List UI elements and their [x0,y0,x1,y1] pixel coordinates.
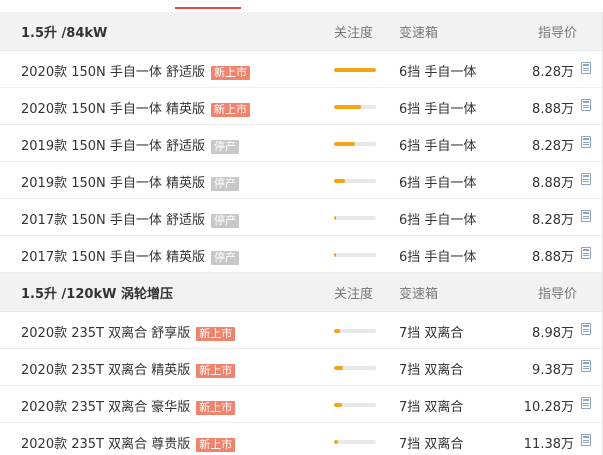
status-badge: 停产 [211,250,240,265]
price-text: 11.38万 [523,437,574,452]
price-text: 8.28万 [532,65,574,80]
column-header-transmission: 变速箱 [399,286,439,302]
attention-bar-fill [334,366,344,370]
calculator-icon[interactable] [581,397,591,409]
transmission-text: 7挡 双离合 [399,326,464,341]
calculator-icon[interactable] [581,210,591,222]
group-title: 1.5升 /84kW [21,25,108,41]
attention-bar-fill [334,216,336,220]
status-badge: 新上市 [196,363,236,378]
calculator-icon[interactable] [581,323,591,335]
table-row[interactable]: 2020款 235T 双离合 精英版 新上市 7挡 双离合 9.38万 [0,349,602,386]
price-text: 10.28万 [523,400,574,415]
transmission-text: 6挡 手自一体 [399,139,477,154]
price-text: 8.88万 [532,102,574,117]
table-row[interactable]: 2017款 150N 手自一体 舒适版 停产 6挡 手自一体 8.28万 [0,199,602,236]
attention-bar [334,179,376,183]
attention-bar-fill [334,105,362,109]
group-header: 1.5升 /84kW 关注度 变速箱 指导价 [0,12,602,51]
model-name-link[interactable]: 2020款 235T 双离合 尊贵版 新上市 [21,433,236,452]
calculator-icon[interactable] [581,360,591,372]
table-row[interactable]: 2020款 235T 双离合 尊贵版 新上市 7挡 双离合 11.38万 [0,423,602,455]
group-header: 1.5升 /120kW 涡轮增压 关注度 变速箱 指导价 [0,273,602,312]
model-name-link[interactable]: 2017款 150N 手自一体 精英版 停产 [21,246,240,265]
status-badge: 新上市 [211,65,251,80]
transmission-text: 7挡 双离合 [399,400,464,415]
table-row[interactable]: 2020款 235T 双离合 舒享版 新上市 7挡 双离合 8.98万 [0,312,602,349]
calculator-icon[interactable] [581,99,591,111]
transmission-text: 6挡 手自一体 [399,176,477,191]
table-row[interactable]: 2020款 150N 手自一体 舒适版 新上市 6挡 手自一体 8.28万 [0,51,602,88]
table-row[interactable]: 2019款 150N 手自一体 精英版 停产 6挡 手自一体 8.88万 [0,162,602,199]
attention-bar-fill [334,179,345,183]
attention-bar [334,105,376,109]
model-name-link[interactable]: 2020款 150N 手自一体 舒适版 新上市 [21,61,251,80]
attention-bar [334,329,376,333]
calculator-icon[interactable] [581,136,591,148]
price-text: 8.88万 [532,250,574,265]
attention-bar [334,142,376,146]
group-title: 1.5升 /120kW 涡轮增压 [21,286,173,302]
status-badge: 新上市 [196,326,236,341]
transmission-text: 6挡 手自一体 [399,250,477,265]
attention-bar-fill [334,142,355,146]
column-header-price: 指导价 [538,25,578,41]
attention-bar-fill [334,68,376,72]
transmission-text: 7挡 双离合 [399,363,464,378]
status-badge: 新上市 [211,102,251,117]
status-badge: 停产 [211,139,240,154]
column-header-transmission: 变速箱 [399,25,439,41]
model-list: 1.5升 /84kW 关注度 变速箱 指导价 2020款 150N 手自一体 舒… [0,12,603,455]
price-text: 8.88万 [532,176,574,191]
attention-bar-fill [334,253,336,257]
attention-bar [334,366,376,370]
model-name-link[interactable]: 2020款 235T 双离合 精英版 新上市 [21,359,236,378]
calculator-icon[interactable] [581,434,591,446]
table-row[interactable]: 2020款 235T 双离合 豪华版 新上市 7挡 双离合 10.28万 [0,386,602,423]
model-name-link[interactable]: 2020款 235T 双离合 豪华版 新上市 [21,396,236,415]
transmission-text: 7挡 双离合 [399,437,464,452]
status-badge: 新上市 [196,437,236,452]
attention-bar-fill [334,440,339,444]
price-text: 9.38万 [532,363,574,378]
table-row[interactable]: 2019款 150N 手自一体 舒适版 停产 6挡 手自一体 8.28万 [0,125,602,162]
attention-bar [334,253,376,257]
transmission-text: 6挡 手自一体 [399,102,477,117]
status-badge: 停产 [211,213,240,228]
transmission-text: 6挡 手自一体 [399,65,477,80]
attention-bar-fill [334,329,341,333]
model-name-link[interactable]: 2019款 150N 手自一体 舒适版 停产 [21,135,240,154]
transmission-text: 6挡 手自一体 [399,213,477,228]
price-text: 8.98万 [532,326,574,341]
attention-bar [334,68,376,72]
model-name-link[interactable]: 2019款 150N 手自一体 精英版 停产 [21,172,240,191]
attention-bar [334,216,376,220]
attention-bar [334,403,376,407]
column-header-attention: 关注度 [334,286,374,302]
column-header-price: 指导价 [538,286,578,302]
attention-bar-fill [334,403,343,407]
table-row[interactable]: 2017款 150N 手自一体 精英版 停产 6挡 手自一体 8.88万 [0,236,602,273]
price-text: 8.28万 [532,139,574,154]
calculator-icon[interactable] [581,62,591,74]
status-badge: 停产 [211,176,240,191]
calculator-icon[interactable] [581,173,591,185]
price-text: 8.28万 [532,213,574,228]
attention-bar [334,440,376,444]
model-name-link[interactable]: 2017款 150N 手自一体 舒适版 停产 [21,209,240,228]
active-tab-indicator [175,7,241,9]
model-name-link[interactable]: 2020款 235T 双离合 舒享版 新上市 [21,322,236,341]
column-header-attention: 关注度 [334,25,374,41]
table-row[interactable]: 2020款 150N 手自一体 精英版 新上市 6挡 手自一体 8.88万 [0,88,602,125]
status-badge: 新上市 [196,400,236,415]
calculator-icon[interactable] [581,247,591,259]
model-name-link[interactable]: 2020款 150N 手自一体 精英版 新上市 [21,98,251,117]
